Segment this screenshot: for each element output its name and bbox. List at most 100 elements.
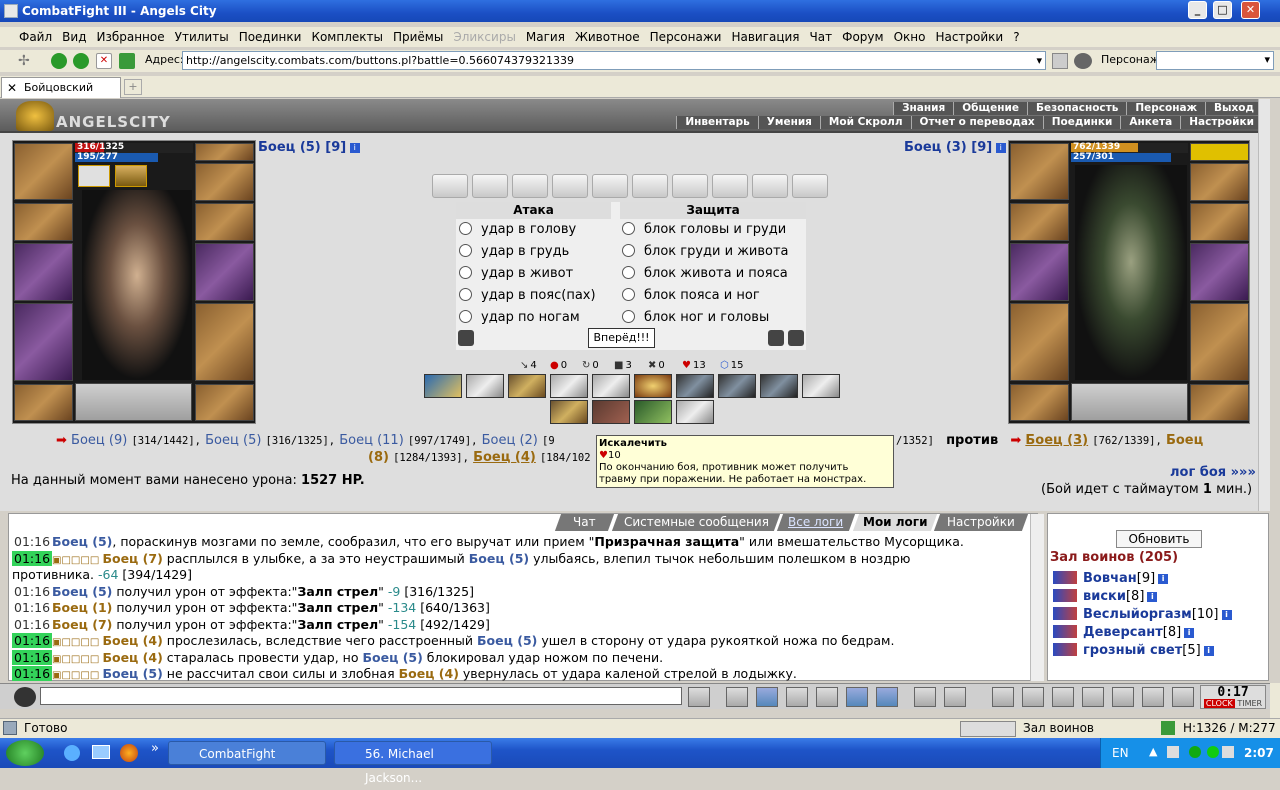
nav-link[interactable]: Отчет о переводах <box>910 116 1043 129</box>
scroll-slot[interactable] <box>712 174 748 198</box>
scroll-slot[interactable] <box>472 174 508 198</box>
chevron-down-icon[interactable]: ▾ <box>1264 53 1270 66</box>
desktop-icon[interactable] <box>92 745 110 759</box>
radio-button[interactable] <box>622 244 635 257</box>
menu-item[interactable]: Утилиты <box>170 27 234 47</box>
enemy-link[interactable]: Боец (3) <box>1025 433 1088 448</box>
radio-button[interactable] <box>459 222 472 235</box>
menu-item[interactable]: Магия <box>521 27 570 47</box>
new-tab-icon[interactable]: + <box>124 79 142 95</box>
belt-slot[interactable] <box>14 384 73 421</box>
radio-button[interactable] <box>459 244 472 257</box>
skill-icon[interactable] <box>802 374 840 398</box>
info-icon[interactable]: i <box>995 143 1006 153</box>
skill-icon[interactable] <box>508 374 546 398</box>
clear-icon[interactable] <box>1052 53 1068 69</box>
nav-link[interactable]: Выход <box>1205 102 1262 115</box>
menu-item[interactable]: Вид <box>57 27 91 47</box>
nav-link[interactable]: Инвентарь <box>676 116 758 129</box>
radio-button[interactable] <box>459 266 472 279</box>
gloves-slot[interactable] <box>1010 203 1069 241</box>
info-icon[interactable]: i <box>1184 628 1195 638</box>
chat-fighter[interactable]: Боец (5) <box>52 584 112 599</box>
gear-icon[interactable] <box>1082 687 1104 707</box>
left-fighter-name-text[interactable]: Боец (5) [9] <box>258 140 346 155</box>
amulet-slot[interactable] <box>195 163 254 201</box>
scroll-slot[interactable] <box>792 174 828 198</box>
nav-link[interactable]: Персонаж <box>1126 102 1206 115</box>
tab-settings[interactable]: Настройки <box>933 514 1029 531</box>
menu-item[interactable]: Приёмы <box>388 27 448 47</box>
scroll-lock-icon[interactable] <box>846 687 868 707</box>
menu-item[interactable]: Окно <box>889 27 931 47</box>
right-fighter-name[interactable]: Боец (3) [9] i <box>904 140 1006 155</box>
tray-up-icon[interactable]: ▲ <box>1149 745 1157 758</box>
scroll-slot[interactable] <box>592 174 628 198</box>
rings-slots[interactable] <box>1071 383 1188 421</box>
scroll-icon[interactable] <box>1022 687 1044 707</box>
armor-slot[interactable] <box>14 303 73 381</box>
chat-fighter[interactable]: Боец (5) <box>102 666 162 681</box>
player-name[interactable]: Вовчан <box>1083 571 1137 586</box>
skill-icon[interactable] <box>550 400 588 424</box>
network-icon[interactable] <box>1167 746 1179 758</box>
effect-icon[interactable] <box>115 165 147 187</box>
firefox-icon[interactable] <box>120 744 138 762</box>
player-row[interactable]: грозный свет[5] i <box>1053 642 1214 659</box>
amulet-slot[interactable] <box>1190 163 1249 201</box>
menu-item[interactable]: Чат <box>805 27 838 47</box>
enemy-link[interactable]: Боец <box>1166 433 1203 448</box>
menu-item[interactable]: Персонажи <box>645 27 727 47</box>
bracers-slot[interactable] <box>1190 203 1249 241</box>
skill-icon[interactable] <box>634 400 672 424</box>
effect-cat-icon[interactable] <box>78 165 110 187</box>
stop-icon[interactable]: ✕ <box>96 53 112 69</box>
smile-menu-icon[interactable] <box>14 687 36 707</box>
attack-option[interactable]: удар в пояс(пах) <box>459 286 596 306</box>
nav-link[interactable]: Знания <box>893 102 954 115</box>
nav-link[interactable]: Общение <box>953 102 1027 115</box>
menu-item[interactable]: Животное <box>570 27 645 47</box>
tab-fight-club[interactable]: ✕Бойцовский клуб <box>1 77 121 114</box>
scroll-slot[interactable] <box>512 174 548 198</box>
radio-button[interactable] <box>459 288 472 301</box>
potion-icon[interactable] <box>992 687 1014 707</box>
radio-button[interactable] <box>622 288 635 301</box>
scroll-slot[interactable] <box>552 174 588 198</box>
tab-my-logs[interactable]: Мои логи <box>852 514 938 531</box>
chat-scrollbar[interactable] <box>1030 514 1044 681</box>
timer-label[interactable]: TIMER <box>1237 699 1262 708</box>
defense-option[interactable]: блок пояса и ног <box>622 286 760 306</box>
filter-icon[interactable] <box>756 687 778 707</box>
skill-icon[interactable] <box>592 374 630 398</box>
player-name[interactable]: грозный свет <box>1083 643 1182 658</box>
info-icon[interactable]: i <box>1147 592 1158 602</box>
clock-label[interactable]: CLOCK <box>1203 699 1235 708</box>
volume-icon[interactable] <box>1222 746 1234 758</box>
scroll-slot[interactable] <box>672 174 708 198</box>
menu-item[interactable]: Эликсиры <box>448 27 521 47</box>
refresh-attack-icon[interactable] <box>768 330 784 346</box>
bow-slot[interactable] <box>14 243 73 301</box>
scroll-slot[interactable] <box>752 174 788 198</box>
close-tab-icon[interactable]: ✕ <box>7 78 17 98</box>
refresh-button[interactable]: Обновить <box>1116 530 1202 548</box>
info-icon[interactable]: i <box>349 143 360 153</box>
team-member-link[interactable]: Боец (11) <box>339 433 404 448</box>
left-fighter-name[interactable]: Боец (5) [9] i <box>258 140 360 155</box>
skill-icon[interactable] <box>424 374 462 398</box>
nav-link[interactable]: Поединки <box>1042 116 1121 129</box>
radio-button[interactable] <box>622 310 635 323</box>
chat-fighter[interactable]: Боец (7) <box>102 551 162 566</box>
chat-fighter[interactable]: Боец (1) <box>52 600 112 615</box>
tray-icon[interactable] <box>1189 746 1201 758</box>
team-member-link[interactable]: Боец (9) <box>71 433 127 448</box>
tab-chat[interactable]: Чат <box>554 514 615 531</box>
game-scrollbar[interactable] <box>1258 99 1270 511</box>
menu-item[interactable]: Избранное <box>91 27 169 47</box>
start-button[interactable] <box>6 740 44 766</box>
save-icon[interactable] <box>786 687 808 707</box>
nav-link[interactable]: Мой Скролл <box>819 116 911 129</box>
chat-input[interactable] <box>40 687 682 705</box>
attack-option[interactable]: удар в живот <box>459 264 573 284</box>
